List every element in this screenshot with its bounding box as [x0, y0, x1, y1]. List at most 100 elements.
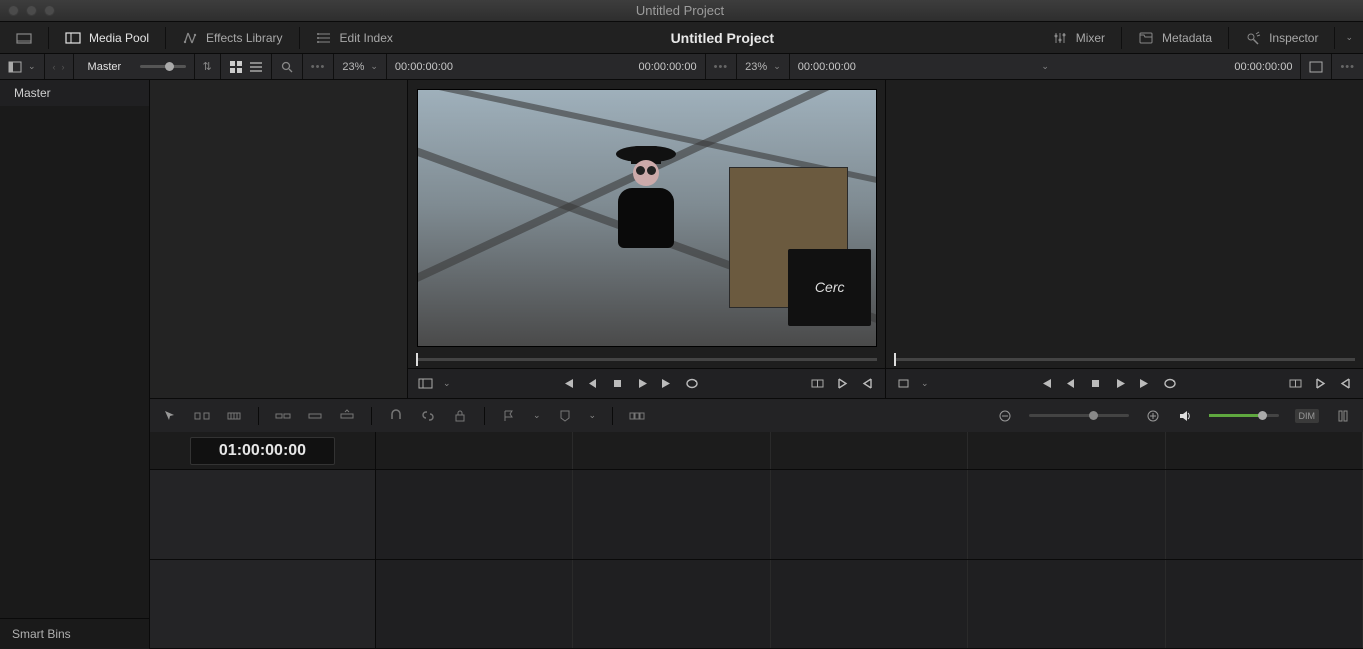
selection-tool-icon[interactable]: [162, 409, 178, 423]
play-icon[interactable]: [635, 377, 650, 390]
timeline-ruler[interactable]: [376, 432, 1363, 469]
match-frame-icon[interactable]: [810, 377, 825, 390]
transform-icon[interactable]: [896, 377, 911, 390]
chevron-down-icon[interactable]: ⌄: [370, 61, 378, 72]
program-zoom-value[interactable]: 23%: [745, 61, 767, 73]
zoom-out-icon[interactable]: [997, 409, 1013, 423]
replace-clip-icon[interactable]: [339, 409, 355, 423]
smart-bins-label[interactable]: Smart Bins: [0, 618, 149, 649]
step-back-icon[interactable]: [585, 377, 600, 390]
window-title: Untitled Project: [55, 3, 1305, 18]
chevron-down-icon[interactable]: ⌄: [28, 61, 36, 72]
source-frame[interactable]: Cerc: [408, 80, 885, 354]
timeline-tracks[interactable]: [150, 470, 1363, 649]
program-out-timecode[interactable]: 00:00:00:00: [1234, 61, 1292, 73]
sub-toolbar: ⌄ ‹ › Master ⇅ ••• 23% ⌄ 00:00:00:00 00:…: [0, 54, 1363, 80]
chevron-down-icon[interactable]: ⌄: [443, 378, 451, 389]
chevron-down-icon[interactable]: ⌄: [589, 410, 597, 421]
program-scrubber[interactable]: [886, 354, 1363, 368]
timeline-view-icon[interactable]: [629, 409, 645, 423]
go-to-start-icon[interactable]: [1038, 377, 1053, 390]
chevron-down-icon[interactable]: ⌄: [533, 410, 541, 421]
mark-in-icon[interactable]: [835, 377, 850, 390]
video-track-row[interactable]: [150, 470, 1363, 560]
marker-icon[interactable]: [557, 409, 573, 423]
stop-icon[interactable]: [610, 377, 625, 390]
program-more-icon[interactable]: •••: [1340, 61, 1355, 73]
inspector-button[interactable]: Inspector: [1229, 22, 1334, 53]
dim-button[interactable]: DIM: [1295, 409, 1320, 423]
more-menu-icon[interactable]: •••: [311, 61, 326, 73]
trim-tool-icon[interactable]: [194, 409, 210, 423]
audio-track-row[interactable]: [150, 560, 1363, 649]
maximize-icon[interactable]: [44, 5, 55, 16]
blade-tool-icon[interactable]: [226, 409, 242, 423]
track-header[interactable]: [150, 560, 376, 649]
nav-forward-icon[interactable]: ›: [62, 62, 65, 72]
match-frame-icon[interactable]: [1288, 377, 1303, 390]
nav-back-icon[interactable]: ‹: [53, 62, 56, 72]
go-to-end-icon[interactable]: [660, 377, 675, 390]
edit-index-label: Edit Index: [340, 31, 393, 45]
program-frame[interactable]: [886, 80, 1363, 354]
source-in-timecode[interactable]: 00:00:00:00: [395, 61, 453, 73]
safe-area-icon[interactable]: [1309, 61, 1323, 73]
main-toolbar: Media Pool Effects Library Edit Index Un…: [0, 22, 1363, 54]
workspace-layout-button[interactable]: [0, 22, 48, 53]
list-view-icon[interactable]: [249, 61, 263, 73]
source-scrubber[interactable]: [408, 354, 885, 368]
close-icon[interactable]: [8, 5, 19, 16]
expand-toggle-button[interactable]: ⌄: [1335, 22, 1363, 53]
chevron-down-icon[interactable]: ⌄: [921, 378, 929, 389]
play-icon[interactable]: [1113, 377, 1128, 390]
stop-icon[interactable]: [1088, 377, 1103, 390]
snap-icon[interactable]: [388, 409, 404, 423]
timeline-toolbar: ⌄ ⌄ DIM: [150, 398, 1363, 432]
overwrite-clip-icon[interactable]: [307, 409, 323, 423]
link-icon[interactable]: [420, 409, 436, 423]
go-to-start-icon[interactable]: [560, 377, 575, 390]
sort-icon[interactable]: ⇅: [203, 60, 212, 73]
mark-out-icon[interactable]: [860, 377, 875, 390]
source-out-timecode[interactable]: 00:00:00:00: [638, 61, 696, 73]
search-icon[interactable]: [280, 61, 294, 73]
source-zoom-value[interactable]: 23%: [342, 61, 364, 73]
media-pool-panel[interactable]: [150, 80, 408, 398]
go-to-end-icon[interactable]: [1138, 377, 1153, 390]
minimize-icon[interactable]: [26, 5, 37, 16]
grid-view-icon[interactable]: [229, 61, 243, 73]
program-in-timecode[interactable]: 00:00:00:00: [798, 61, 856, 73]
step-back-icon[interactable]: [1063, 377, 1078, 390]
loop-icon[interactable]: [1163, 377, 1178, 390]
media-pool-button[interactable]: Media Pool: [49, 22, 165, 53]
timeline-timecode[interactable]: 01:00:00:00: [190, 437, 335, 465]
volume-slider[interactable]: [1209, 414, 1279, 417]
window-controls[interactable]: [8, 5, 55, 16]
mixer-button[interactable]: Mixer: [1036, 22, 1121, 53]
chevron-down-icon[interactable]: ⌄: [773, 61, 781, 72]
zoom-in-icon[interactable]: [1145, 409, 1161, 423]
track-header[interactable]: [150, 470, 376, 559]
meters-icon[interactable]: [1335, 409, 1351, 423]
mark-out-icon[interactable]: [1338, 377, 1353, 390]
chevron-down-icon[interactable]: ⌄: [1041, 61, 1049, 72]
lock-icon[interactable]: [452, 409, 468, 423]
insert-clip-icon[interactable]: [275, 409, 291, 423]
sidebar-item-master[interactable]: Master: [0, 80, 149, 106]
effects-library-button[interactable]: Effects Library: [166, 22, 298, 53]
metadata-button[interactable]: Metadata: [1122, 22, 1228, 53]
thumbnail-size-slider[interactable]: [140, 65, 186, 68]
project-title: Untitled Project: [409, 30, 1036, 46]
bin-name-label: Master: [82, 61, 128, 73]
program-transport: ⌄: [886, 368, 1363, 398]
loop-icon[interactable]: [685, 377, 700, 390]
sidebar-toggle-icon[interactable]: [8, 61, 22, 73]
volume-icon[interactable]: [1177, 409, 1193, 423]
source-more-icon[interactable]: •••: [714, 61, 729, 73]
viewer-mode-icon[interactable]: [418, 377, 433, 390]
timeline-zoom-slider[interactable]: [1029, 414, 1129, 417]
mark-in-icon[interactable]: [1313, 377, 1328, 390]
edit-index-button[interactable]: Edit Index: [300, 22, 409, 53]
preview-banner-text: Cerc: [788, 249, 870, 326]
flag-icon[interactable]: [501, 409, 517, 423]
